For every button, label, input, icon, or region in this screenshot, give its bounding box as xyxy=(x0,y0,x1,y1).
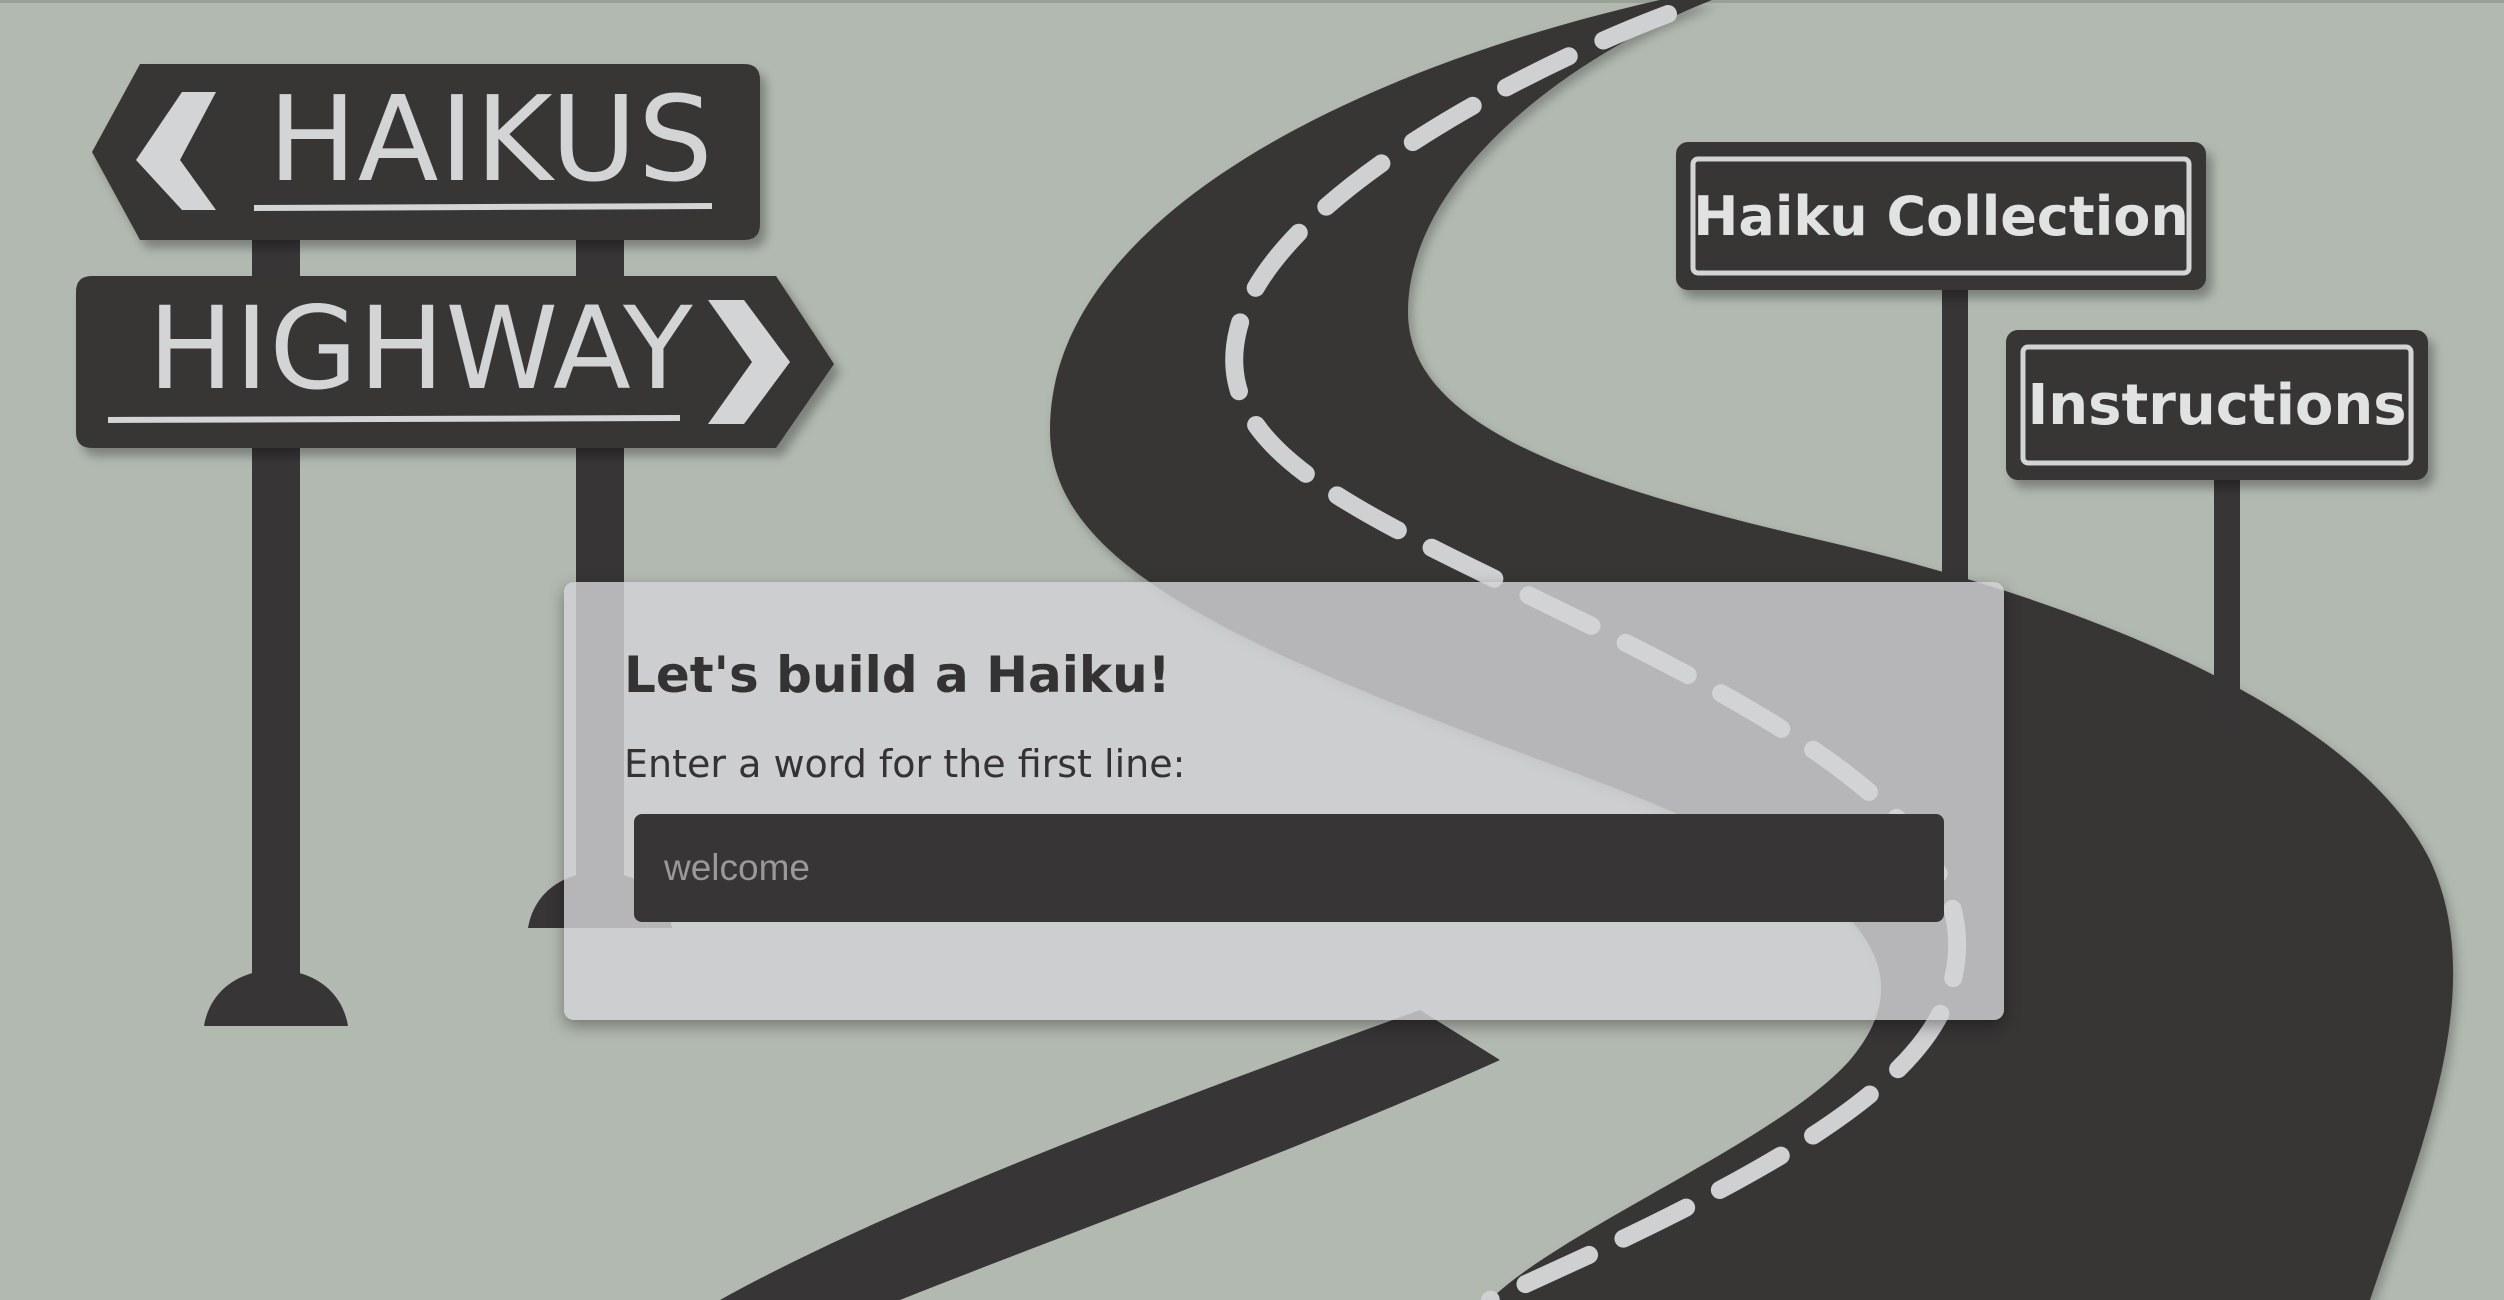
instructions-label: Instructions xyxy=(2027,372,2407,438)
instructions-link[interactable]: Instructions xyxy=(2026,350,2408,460)
highway-underline xyxy=(107,415,681,423)
collection-sign-post xyxy=(1942,290,1968,590)
page-background: HAIKUS HIGHWAY Haiku Collection Instruct… xyxy=(0,0,2504,1300)
instructions-sign-post xyxy=(2214,478,2240,728)
builder-prompt: Enter a word for the first line: xyxy=(624,742,1186,786)
haiku-builder-panel: Let's build a Haiku! Enter a word for th… xyxy=(564,582,2004,1020)
logo-top-word: HAIKUS xyxy=(268,70,714,208)
haiku-collection-link[interactable]: Haiku Collection xyxy=(1693,162,2189,270)
first-line-word-input[interactable] xyxy=(634,814,1944,922)
builder-title: Let's build a Haiku! xyxy=(624,646,1171,704)
logo-bottom-word: HIGHWAY xyxy=(148,282,694,415)
haiku-collection-label: Haiku Collection xyxy=(1693,184,2189,248)
